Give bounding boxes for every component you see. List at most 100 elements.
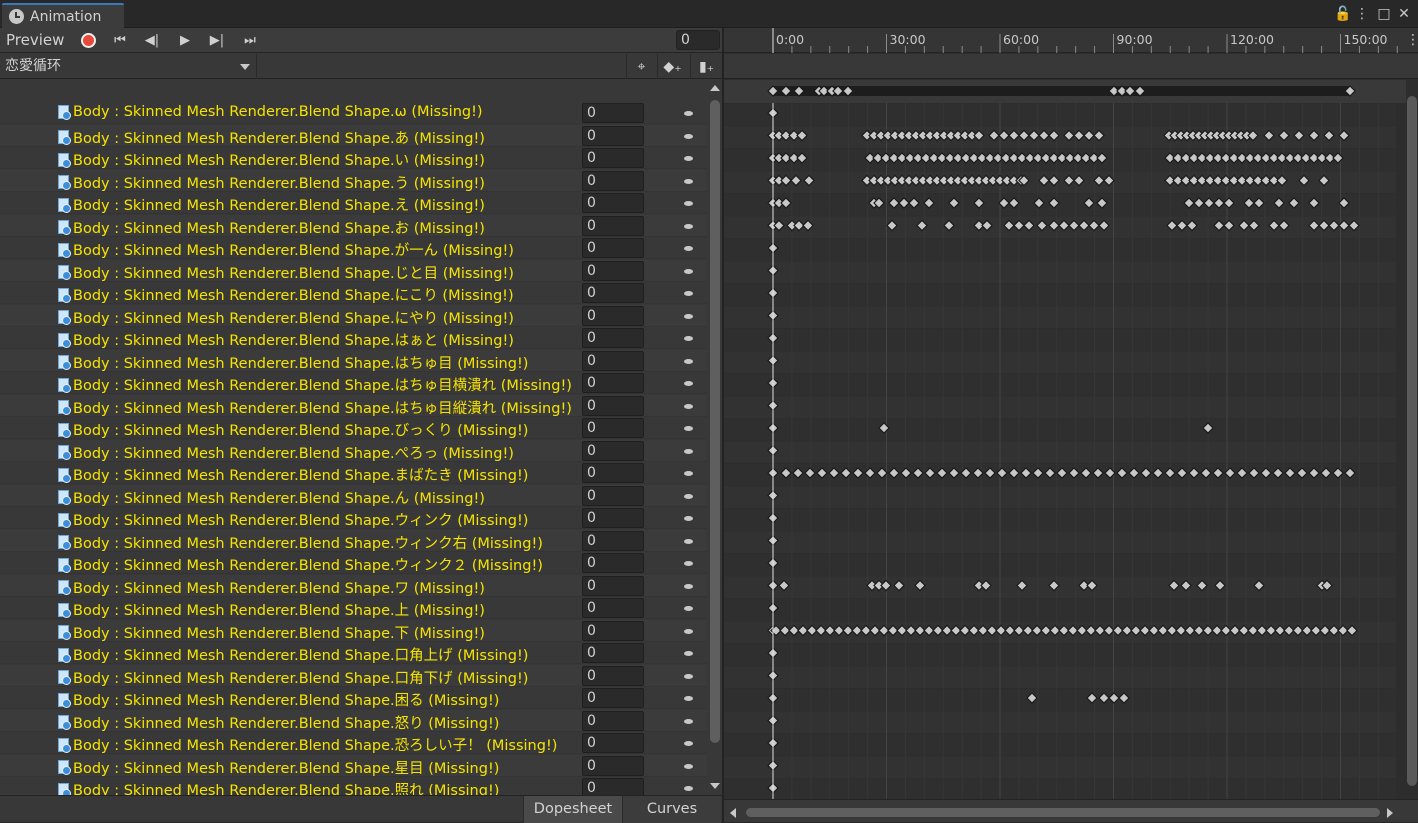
- keyframe-toggle-icon[interactable]: [684, 291, 693, 296]
- property-name[interactable]: Body : Skinned Mesh Renderer.Blend Shape…: [57, 104, 483, 120]
- lock-icon[interactable]: 🔓: [1334, 6, 1351, 22]
- track-row[interactable]: [724, 351, 1396, 374]
- property-name[interactable]: Body : Skinned Mesh Renderer.Blend Shape…: [57, 622, 485, 643]
- property-value-field[interactable]: 0: [582, 193, 644, 213]
- property-row[interactable]: Body : Skinned Mesh Renderer.Blend Shape…: [0, 529, 707, 553]
- property-value-field[interactable]: 0: [582, 485, 644, 506]
- property-value-field[interactable]: 0: [582, 688, 644, 708]
- track-row[interactable]: [724, 419, 1396, 441]
- keyframe-tracks[interactable]: [724, 103, 1406, 799]
- property-list-scrollbar[interactable]: [707, 79, 722, 795]
- keyframe-toggle-icon[interactable]: [684, 606, 693, 611]
- property-row[interactable]: Body : Skinned Mesh Renderer.Blend Shape…: [0, 507, 707, 529]
- property-row[interactable]: Body : Skinned Mesh Renderer.Blend Shape…: [0, 259, 707, 283]
- keyframe-toggle-icon[interactable]: [684, 516, 693, 521]
- property-row[interactable]: Body : Skinned Mesh Renderer.Blend Shape…: [0, 372, 707, 394]
- keyframe-toggle-icon[interactable]: [684, 763, 693, 769]
- property-name[interactable]: Body : Skinned Mesh Renderer.Blend Shape…: [57, 397, 572, 418]
- property-row[interactable]: Body : Skinned Mesh Renderer.Blend Shape…: [0, 664, 707, 688]
- keyframe-toggle-icon[interactable]: [684, 133, 693, 139]
- property-name[interactable]: Body : Skinned Mesh Renderer.Blend Shape…: [57, 554, 543, 575]
- keyframe-toggle-icon[interactable]: [684, 111, 693, 116]
- property-row[interactable]: Body : Skinned Mesh Renderer.Blend Shape…: [0, 619, 707, 643]
- keyframe-toggle-icon[interactable]: [684, 201, 693, 206]
- property-value-field[interactable]: 0: [582, 755, 644, 776]
- track-row[interactable]: [724, 329, 1396, 351]
- kebab-menu-icon[interactable]: ⋮: [1354, 6, 1370, 22]
- property-name[interactable]: Body : Skinned Mesh Renderer.Blend Shape…: [57, 217, 485, 238]
- track-row[interactable]: [724, 599, 1396, 621]
- property-value-field[interactable]: 0: [582, 575, 644, 596]
- property-value-field[interactable]: 0: [582, 238, 644, 258]
- property-name[interactable]: Body : Skinned Mesh Renderer.Blend Shape…: [57, 442, 514, 463]
- property-name[interactable]: Body : Skinned Mesh Renderer.Blend Shape…: [57, 194, 485, 215]
- keyframe-toggle-icon[interactable]: [684, 313, 693, 319]
- property-name[interactable]: Body : Skinned Mesh Renderer.Blend Shape…: [57, 689, 499, 710]
- property-row[interactable]: Body : Skinned Mesh Renderer.Blend Shape…: [0, 732, 707, 754]
- scroll-left-icon[interactable]: [730, 808, 736, 818]
- track-row[interactable]: [724, 554, 1396, 576]
- property-name[interactable]: Body : Skinned Mesh Renderer.Blend Shape…: [57, 532, 543, 553]
- track-row[interactable]: [724, 509, 1396, 531]
- property-name[interactable]: Body : Skinned Mesh Renderer.Blend Shape…: [57, 487, 485, 508]
- track-row[interactable]: [724, 779, 1396, 799]
- property-row[interactable]: Body : Skinned Mesh Renderer.Blend Shape…: [0, 214, 707, 238]
- property-name[interactable]: Body : Skinned Mesh Renderer.Blend Shape…: [57, 127, 485, 148]
- property-name[interactable]: Body : Skinned Mesh Renderer.Blend Shape…: [57, 172, 485, 193]
- property-name[interactable]: Body : Skinned Mesh Renderer.Blend Shape…: [57, 667, 528, 688]
- next-keyframe-button[interactable]: ▶|: [203, 29, 231, 51]
- scroll-up-icon[interactable]: [710, 85, 720, 91]
- property-value-field[interactable]: 0: [582, 440, 644, 461]
- property-value-field[interactable]: 0: [582, 643, 644, 663]
- keyframe-toggle-icon[interactable]: [684, 336, 693, 341]
- property-value-field[interactable]: 0: [582, 665, 644, 686]
- previous-keyframe-button[interactable]: ◀​|: [138, 29, 166, 51]
- property-value-field[interactable]: 0: [582, 508, 644, 528]
- filter-by-selection-button[interactable]: ⌖: [626, 54, 656, 79]
- property-row[interactable]: Body : Skinned Mesh Renderer.Blend Shape…: [0, 417, 707, 439]
- timeline-menu-icon[interactable]: ⋮: [1406, 32, 1418, 48]
- property-row[interactable]: Body : Skinned Mesh Renderer.Blend Shape…: [0, 574, 707, 597]
- time-ruler[interactable]: 0:00 30:00 60:00 90:00 120:00 150:00: [724, 28, 1418, 53]
- property-row[interactable]: Body : Skinned Mesh Renderer.Blend Shape…: [0, 327, 707, 349]
- keyframe-toggle-icon[interactable]: [684, 538, 693, 544]
- property-row[interactable]: Body : Skinned Mesh Renderer.Blend Shape…: [0, 597, 707, 619]
- curves-tab[interactable]: Curves: [623, 796, 721, 823]
- property-row[interactable]: Body : Skinned Mesh Renderer.Blend Shape…: [0, 642, 707, 664]
- track-row[interactable]: [724, 644, 1396, 666]
- keyframe-toggle-icon[interactable]: [684, 246, 693, 251]
- property-value-field[interactable]: 0: [582, 463, 644, 483]
- track-row[interactable]: [724, 441, 1396, 464]
- scroll-right-icon[interactable]: [1387, 808, 1393, 818]
- property-name[interactable]: Body : Skinned Mesh Renderer.Blend Shape…: [57, 284, 514, 305]
- property-name[interactable]: Body : Skinned Mesh Renderer.Blend Shape…: [57, 374, 572, 395]
- track-row[interactable]: [724, 284, 1396, 306]
- property-value-field[interactable]: 0: [582, 148, 644, 168]
- maximize-icon[interactable]: □: [1376, 6, 1392, 22]
- property-value-field[interactable]: 0: [582, 305, 644, 326]
- track-row[interactable]: [724, 239, 1396, 261]
- keyframe-toggle-icon[interactable]: [684, 448, 693, 454]
- property-row[interactable]: Body : Skinned Mesh Renderer.Blend Shape…: [0, 484, 707, 508]
- property-name[interactable]: Body : Skinned Mesh Renderer.Blend Shape…: [57, 262, 514, 283]
- track-row[interactable]: [724, 734, 1396, 756]
- property-row[interactable]: Body : Skinned Mesh Renderer.Blend Shape…: [0, 349, 707, 373]
- property-value-field[interactable]: 0: [582, 778, 644, 795]
- keyframe-toggle-icon[interactable]: [684, 358, 693, 364]
- timeline-horizontal-scrollbar[interactable]: [724, 799, 1418, 822]
- property-value-field[interactable]: 0: [582, 215, 644, 236]
- keyframe-toggle-icon[interactable]: [684, 741, 693, 746]
- keyframe-toggle-icon[interactable]: [684, 583, 693, 589]
- track-row[interactable]: [724, 374, 1396, 396]
- property-name[interactable]: Body : Skinned Mesh Renderer.Blend Shape…: [57, 307, 514, 328]
- property-name[interactable]: Body : Skinned Mesh Renderer.Blend Shape…: [57, 509, 528, 530]
- property-value-field[interactable]: 0: [582, 170, 644, 191]
- track-row[interactable]: [724, 486, 1396, 509]
- track-row[interactable]: [724, 531, 1396, 554]
- property-name[interactable]: Body : Skinned Mesh Renderer.Blend Shape…: [57, 352, 528, 373]
- keyframe-toggle-icon[interactable]: [684, 403, 693, 409]
- property-value-field[interactable]: 0: [582, 553, 644, 573]
- keyframe-toggle-icon[interactable]: [684, 156, 693, 161]
- property-name[interactable]: Body : Skinned Mesh Renderer.Blend Shape…: [57, 712, 499, 733]
- property-name[interactable]: Body : Skinned Mesh Renderer.Blend Shape…: [57, 419, 528, 440]
